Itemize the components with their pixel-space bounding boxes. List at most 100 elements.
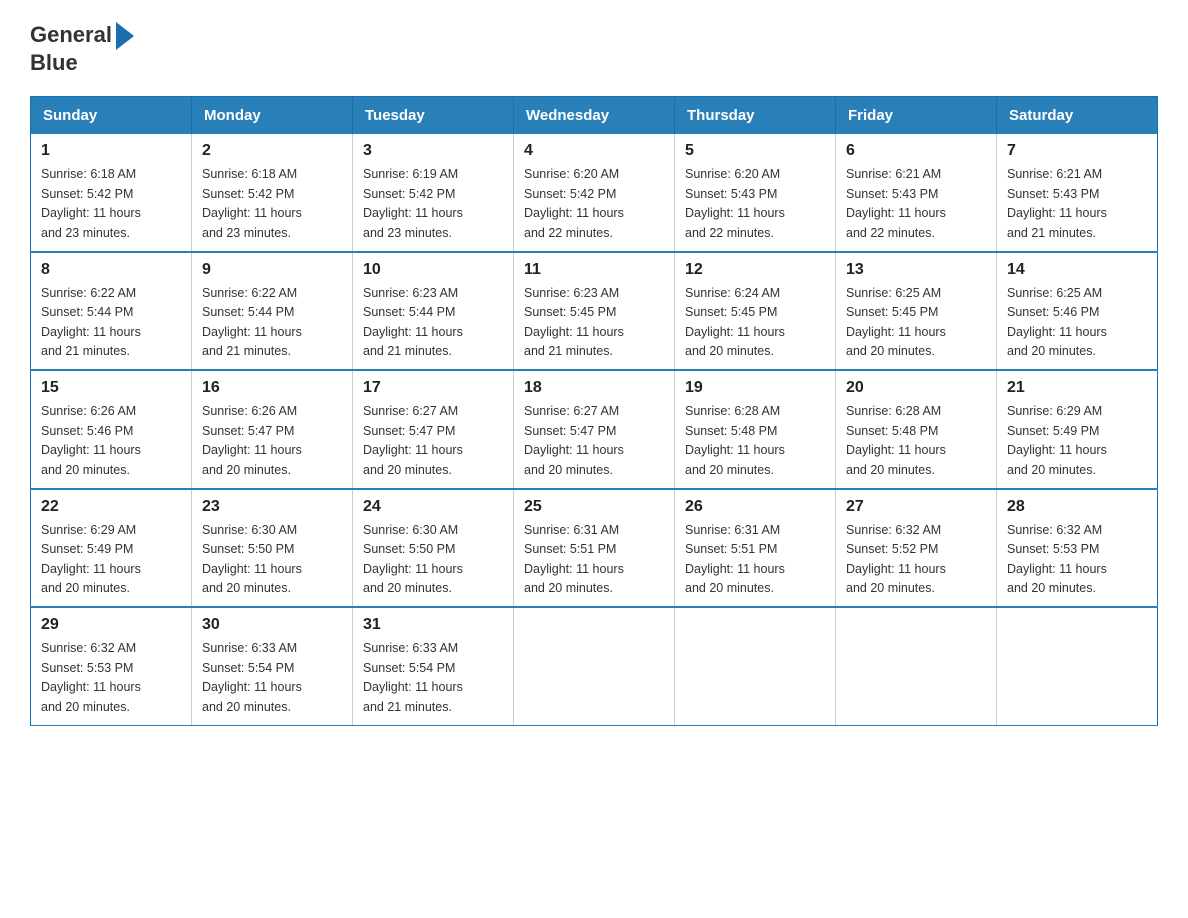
day-info: Sunrise: 6:24 AMSunset: 5:45 PMDaylight:… bbox=[685, 286, 785, 358]
day-info: Sunrise: 6:32 AMSunset: 5:53 PMDaylight:… bbox=[41, 641, 141, 713]
day-info: Sunrise: 6:20 AMSunset: 5:43 PMDaylight:… bbox=[685, 167, 785, 239]
logo-arrow-icon bbox=[116, 22, 134, 50]
day-number: 10 bbox=[363, 261, 503, 279]
day-info: Sunrise: 6:29 AMSunset: 5:49 PMDaylight:… bbox=[1007, 404, 1107, 476]
day-info: Sunrise: 6:23 AMSunset: 5:44 PMDaylight:… bbox=[363, 286, 463, 358]
day-info: Sunrise: 6:33 AMSunset: 5:54 PMDaylight:… bbox=[202, 641, 302, 713]
calendar-week-row: 8 Sunrise: 6:22 AMSunset: 5:44 PMDayligh… bbox=[31, 252, 1158, 371]
calendar-week-row: 15 Sunrise: 6:26 AMSunset: 5:46 PMDaylig… bbox=[31, 370, 1158, 489]
calendar-week-row: 29 Sunrise: 6:32 AMSunset: 5:53 PMDaylig… bbox=[31, 607, 1158, 725]
header-monday: Monday bbox=[192, 97, 353, 135]
logo: General Blue bbox=[30, 20, 134, 76]
day-number: 11 bbox=[524, 261, 664, 279]
calendar-cell: 10 Sunrise: 6:23 AMSunset: 5:44 PMDaylig… bbox=[353, 252, 514, 371]
day-number: 9 bbox=[202, 261, 342, 279]
day-number: 15 bbox=[41, 379, 181, 397]
day-number: 6 bbox=[846, 142, 986, 160]
day-info: Sunrise: 6:27 AMSunset: 5:47 PMDaylight:… bbox=[524, 404, 624, 476]
calendar-cell: 8 Sunrise: 6:22 AMSunset: 5:44 PMDayligh… bbox=[31, 252, 192, 371]
page-header: General Blue bbox=[30, 20, 1158, 76]
day-info: Sunrise: 6:32 AMSunset: 5:52 PMDaylight:… bbox=[846, 523, 946, 595]
header-sunday: Sunday bbox=[31, 97, 192, 135]
day-number: 25 bbox=[524, 498, 664, 516]
calendar-cell: 12 Sunrise: 6:24 AMSunset: 5:45 PMDaylig… bbox=[675, 252, 836, 371]
day-info: Sunrise: 6:32 AMSunset: 5:53 PMDaylight:… bbox=[1007, 523, 1107, 595]
calendar-header-row: SundayMondayTuesdayWednesdayThursdayFrid… bbox=[31, 97, 1158, 135]
calendar-cell: 31 Sunrise: 6:33 AMSunset: 5:54 PMDaylig… bbox=[353, 607, 514, 725]
calendar-cell: 11 Sunrise: 6:23 AMSunset: 5:45 PMDaylig… bbox=[514, 252, 675, 371]
day-info: Sunrise: 6:33 AMSunset: 5:54 PMDaylight:… bbox=[363, 641, 463, 713]
day-number: 8 bbox=[41, 261, 181, 279]
day-number: 4 bbox=[524, 142, 664, 160]
calendar-cell: 23 Sunrise: 6:30 AMSunset: 5:50 PMDaylig… bbox=[192, 489, 353, 608]
day-info: Sunrise: 6:28 AMSunset: 5:48 PMDaylight:… bbox=[846, 404, 946, 476]
day-number: 3 bbox=[363, 142, 503, 160]
day-info: Sunrise: 6:29 AMSunset: 5:49 PMDaylight:… bbox=[41, 523, 141, 595]
calendar-cell bbox=[675, 607, 836, 725]
logo-text-general: General bbox=[30, 22, 112, 48]
day-info: Sunrise: 6:19 AMSunset: 5:42 PMDaylight:… bbox=[363, 167, 463, 239]
day-info: Sunrise: 6:25 AMSunset: 5:45 PMDaylight:… bbox=[846, 286, 946, 358]
day-info: Sunrise: 6:18 AMSunset: 5:42 PMDaylight:… bbox=[202, 167, 302, 239]
calendar-cell: 25 Sunrise: 6:31 AMSunset: 5:51 PMDaylig… bbox=[514, 489, 675, 608]
calendar-cell bbox=[836, 607, 997, 725]
calendar-cell: 6 Sunrise: 6:21 AMSunset: 5:43 PMDayligh… bbox=[836, 134, 997, 252]
calendar-cell: 21 Sunrise: 6:29 AMSunset: 5:49 PMDaylig… bbox=[997, 370, 1158, 489]
calendar-cell: 30 Sunrise: 6:33 AMSunset: 5:54 PMDaylig… bbox=[192, 607, 353, 725]
day-info: Sunrise: 6:31 AMSunset: 5:51 PMDaylight:… bbox=[524, 523, 624, 595]
calendar-cell: 5 Sunrise: 6:20 AMSunset: 5:43 PMDayligh… bbox=[675, 134, 836, 252]
day-info: Sunrise: 6:28 AMSunset: 5:48 PMDaylight:… bbox=[685, 404, 785, 476]
calendar-cell bbox=[997, 607, 1158, 725]
calendar-cell: 27 Sunrise: 6:32 AMSunset: 5:52 PMDaylig… bbox=[836, 489, 997, 608]
header-thursday: Thursday bbox=[675, 97, 836, 135]
calendar-cell: 7 Sunrise: 6:21 AMSunset: 5:43 PMDayligh… bbox=[997, 134, 1158, 252]
day-number: 14 bbox=[1007, 261, 1147, 279]
day-number: 29 bbox=[41, 616, 181, 634]
day-number: 30 bbox=[202, 616, 342, 634]
logo-text-blue: Blue bbox=[30, 50, 134, 76]
calendar-cell: 17 Sunrise: 6:27 AMSunset: 5:47 PMDaylig… bbox=[353, 370, 514, 489]
day-info: Sunrise: 6:26 AMSunset: 5:46 PMDaylight:… bbox=[41, 404, 141, 476]
day-number: 27 bbox=[846, 498, 986, 516]
day-info: Sunrise: 6:21 AMSunset: 5:43 PMDaylight:… bbox=[1007, 167, 1107, 239]
calendar-cell: 26 Sunrise: 6:31 AMSunset: 5:51 PMDaylig… bbox=[675, 489, 836, 608]
day-number: 28 bbox=[1007, 498, 1147, 516]
day-number: 24 bbox=[363, 498, 503, 516]
day-info: Sunrise: 6:22 AMSunset: 5:44 PMDaylight:… bbox=[202, 286, 302, 358]
day-info: Sunrise: 6:20 AMSunset: 5:42 PMDaylight:… bbox=[524, 167, 624, 239]
day-number: 21 bbox=[1007, 379, 1147, 397]
header-saturday: Saturday bbox=[997, 97, 1158, 135]
day-number: 17 bbox=[363, 379, 503, 397]
calendar-cell: 19 Sunrise: 6:28 AMSunset: 5:48 PMDaylig… bbox=[675, 370, 836, 489]
calendar-cell: 13 Sunrise: 6:25 AMSunset: 5:45 PMDaylig… bbox=[836, 252, 997, 371]
calendar-cell: 2 Sunrise: 6:18 AMSunset: 5:42 PMDayligh… bbox=[192, 134, 353, 252]
day-number: 2 bbox=[202, 142, 342, 160]
day-number: 23 bbox=[202, 498, 342, 516]
calendar-cell: 22 Sunrise: 6:29 AMSunset: 5:49 PMDaylig… bbox=[31, 489, 192, 608]
calendar-cell: 15 Sunrise: 6:26 AMSunset: 5:46 PMDaylig… bbox=[31, 370, 192, 489]
day-info: Sunrise: 6:27 AMSunset: 5:47 PMDaylight:… bbox=[363, 404, 463, 476]
day-info: Sunrise: 6:18 AMSunset: 5:42 PMDaylight:… bbox=[41, 167, 141, 239]
header-tuesday: Tuesday bbox=[353, 97, 514, 135]
day-number: 18 bbox=[524, 379, 664, 397]
day-number: 26 bbox=[685, 498, 825, 516]
calendar-table: SundayMondayTuesdayWednesdayThursdayFrid… bbox=[30, 96, 1158, 726]
day-info: Sunrise: 6:23 AMSunset: 5:45 PMDaylight:… bbox=[524, 286, 624, 358]
day-number: 19 bbox=[685, 379, 825, 397]
calendar-cell: 29 Sunrise: 6:32 AMSunset: 5:53 PMDaylig… bbox=[31, 607, 192, 725]
calendar-cell: 18 Sunrise: 6:27 AMSunset: 5:47 PMDaylig… bbox=[514, 370, 675, 489]
calendar-cell: 4 Sunrise: 6:20 AMSunset: 5:42 PMDayligh… bbox=[514, 134, 675, 252]
calendar-cell: 9 Sunrise: 6:22 AMSunset: 5:44 PMDayligh… bbox=[192, 252, 353, 371]
day-number: 5 bbox=[685, 142, 825, 160]
day-number: 7 bbox=[1007, 142, 1147, 160]
day-info: Sunrise: 6:30 AMSunset: 5:50 PMDaylight:… bbox=[363, 523, 463, 595]
day-number: 16 bbox=[202, 379, 342, 397]
day-number: 22 bbox=[41, 498, 181, 516]
day-info: Sunrise: 6:26 AMSunset: 5:47 PMDaylight:… bbox=[202, 404, 302, 476]
day-info: Sunrise: 6:22 AMSunset: 5:44 PMDaylight:… bbox=[41, 286, 141, 358]
day-number: 31 bbox=[363, 616, 503, 634]
calendar-week-row: 22 Sunrise: 6:29 AMSunset: 5:49 PMDaylig… bbox=[31, 489, 1158, 608]
day-number: 12 bbox=[685, 261, 825, 279]
calendar-cell: 16 Sunrise: 6:26 AMSunset: 5:47 PMDaylig… bbox=[192, 370, 353, 489]
calendar-cell: 14 Sunrise: 6:25 AMSunset: 5:46 PMDaylig… bbox=[997, 252, 1158, 371]
